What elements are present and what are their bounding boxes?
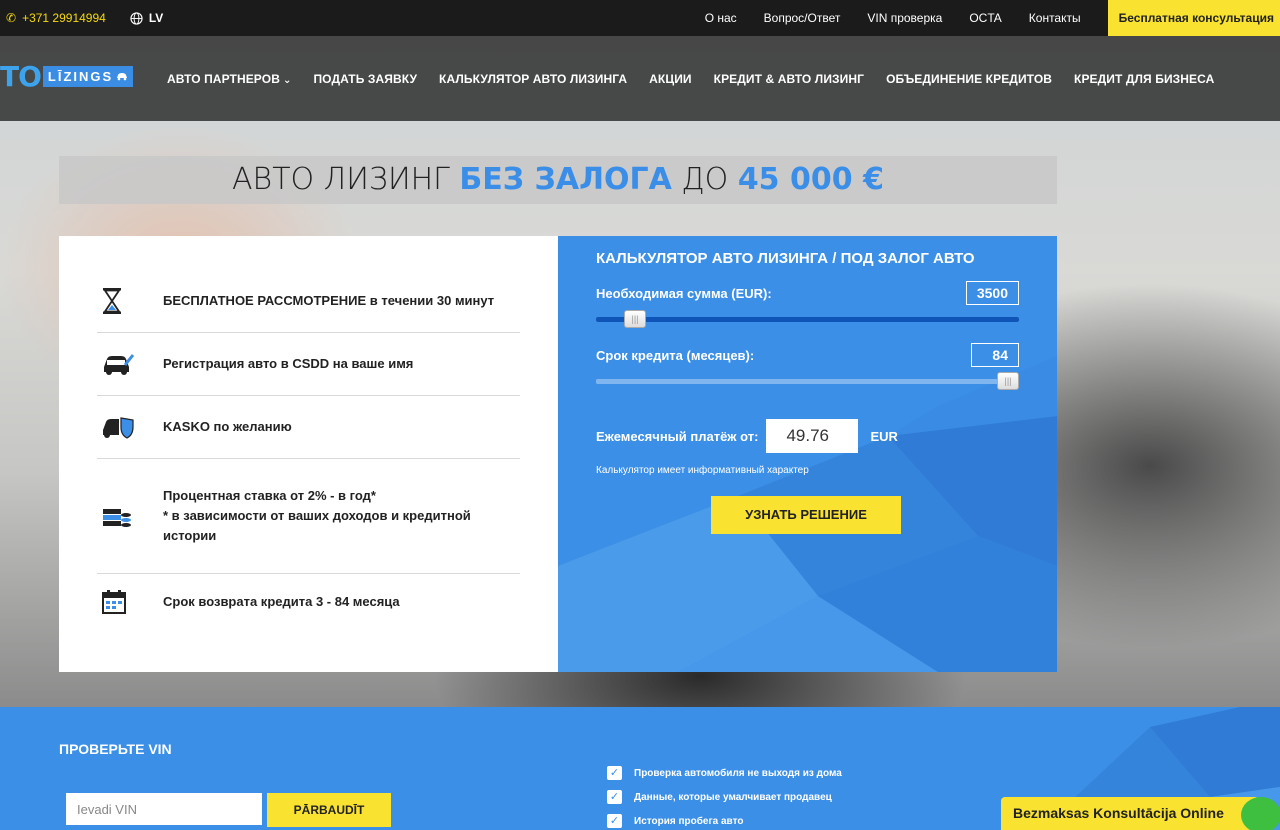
features-list: БЕСПЛАТНОЕ РАССМОТРЕНИЕ в течении 30 мин… xyxy=(59,236,558,672)
slider-handle[interactable]: ||| xyxy=(624,310,646,328)
slider-fill xyxy=(596,379,1008,384)
language-label: LV xyxy=(148,11,164,25)
phone-link[interactable]: ✆ +371 29914994 xyxy=(6,11,106,25)
feature-footnote: * в зависимости от ваших доходов и креди… xyxy=(163,508,471,543)
feature-item: Регистрация авто в CSDD на ваше имя xyxy=(97,333,520,396)
feature-text: Регистрация авто в CSDD на ваше имя xyxy=(163,356,414,371)
feature-item: Процентная ставка от 2% - в год* * в зав… xyxy=(97,459,520,574)
nav-credit-consolidation[interactable]: ОБЪЕДИНЕНИЕ КРЕДИТОВ xyxy=(886,72,1052,86)
benefit-text: История пробега авто xyxy=(634,815,744,827)
nav-credit-leasing[interactable]: КРЕДИТ & АВТО ЛИЗИНГ xyxy=(714,72,864,86)
top-bar-left: ✆ +371 29914994 LV xyxy=(6,0,163,36)
nav-leasing-calculator[interactable]: КАЛЬКУЛЯТОР АВТО ЛИЗИНГА xyxy=(439,72,627,86)
chat-bubble-icon xyxy=(1241,797,1280,830)
nav-label: АВТО ПАРТНЕРОВ xyxy=(167,71,280,86)
logo-prefix: TO xyxy=(0,59,42,93)
headline-part1: АВТО ЛИЗИНГ xyxy=(232,162,460,197)
hero-section: TO LĪZINGS АВТО ПАРТНЕРОВ ⌄ ПОДАТЬ ЗАЯВКУ… xyxy=(0,36,1280,707)
vin-benefit-item: ✓ История пробега авто xyxy=(607,814,842,828)
vin-check-button[interactable]: PĀRBAUDĪT xyxy=(267,793,391,827)
nav-apply[interactable]: ПОДАТЬ ЗАЯВКУ xyxy=(313,72,417,86)
term-slider[interactable]: ||| xyxy=(596,371,1019,391)
checkbox-checked-icon: ✓ xyxy=(607,790,622,804)
link-octa[interactable]: OCTA xyxy=(969,11,1001,25)
vin-title: ПРОВЕРЬТЕ VIN xyxy=(59,741,172,757)
term-input[interactable]: 84 xyxy=(971,343,1019,367)
get-decision-button[interactable]: УЗНАТЬ РЕШЕНИЕ xyxy=(711,496,901,534)
checkbox-checked-icon: ✓ xyxy=(607,814,622,828)
term-row: Срок кредита (месяцев): 84 xyxy=(596,343,1019,367)
feature-text: KASKO по желанию xyxy=(163,419,292,434)
phone-icon: ✆ xyxy=(6,11,17,25)
feature-text: Процентная ставка от 2% - в год* xyxy=(163,488,376,503)
checkbox-checked-icon: ✓ xyxy=(607,766,622,780)
slider-handle[interactable]: ||| xyxy=(997,372,1019,390)
leasing-calculator: КАЛЬКУЛЯТОР АВТО ЛИЗИНГА / ПОД ЗАЛОГ АВТ… xyxy=(558,236,1057,672)
top-bar: ✆ +371 29914994 LV О нас Вопрос/Ответ VI… xyxy=(0,0,1280,36)
link-about[interactable]: О нас xyxy=(705,11,737,25)
monthly-payment-row: Ежемесячный платёж от: 49.76 EUR xyxy=(596,419,1019,453)
main-nav: АВТО ПАРТНЕРОВ ⌄ ПОДАТЬ ЗАЯВКУ КАЛЬКУЛЯТО… xyxy=(167,36,1214,121)
phone-number: +371 29914994 xyxy=(22,11,106,25)
feature-item: Срок возврата кредита 3 - 84 месяца xyxy=(97,574,520,629)
amount-input[interactable]: 3500 xyxy=(965,281,1019,305)
feature-item: БЕСПЛАТНОЕ РАССМОТРЕНИЕ в течении 30 мин… xyxy=(97,270,520,333)
currency-label: EUR xyxy=(870,428,898,444)
nav-promotions[interactable]: АКЦИИ xyxy=(649,72,692,86)
vin-benefits-list: ✓ Проверка автомобиля не выходя из дома … xyxy=(607,766,842,830)
headline-highlight: БЕЗ ЗАЛОГА xyxy=(459,162,672,197)
term-label: Срок кредита (месяцев): xyxy=(596,347,755,363)
chevron-down-icon: ⌄ xyxy=(282,74,292,86)
main-navbar: TO LĪZINGS АВТО ПАРТНЕРОВ ⌄ ПОДАТЬ ЗАЯВКУ… xyxy=(0,36,1280,121)
benefit-text: Данные, которые умалчивает продавец xyxy=(634,791,832,803)
online-consultation-chat[interactable]: Bezmaksas Konsultācija Online xyxy=(1001,797,1280,830)
free-consultation-button[interactable]: Бесплатная консультация xyxy=(1107,0,1280,36)
amount-row: Необходимая сумма (EUR): 3500 xyxy=(596,281,1019,305)
calendar-icon xyxy=(97,589,163,615)
globe-icon xyxy=(130,11,143,25)
vin-benefit-item: ✓ Проверка автомобиля не выходя из дома xyxy=(607,766,842,780)
link-vin-check[interactable]: VIN проверка xyxy=(867,11,942,25)
benefit-text: Проверка автомобиля не выходя из дома xyxy=(634,767,842,779)
feature-text: БЕСПЛАТНОЕ РАССМОТРЕНИЕ в течении 30 мин… xyxy=(163,293,495,308)
vin-input[interactable] xyxy=(66,793,262,825)
car-icon xyxy=(117,72,128,80)
amount-label: Необходимая сумма (EUR): xyxy=(596,285,772,301)
offer-panel: БЕСПЛАТНОЕ РАССМОТРЕНИЕ в течении 30 мин… xyxy=(59,236,1057,672)
calculator-note: Калькулятор имеет информативный характер xyxy=(596,465,809,476)
amount-slider[interactable]: ||| xyxy=(596,309,1019,329)
nav-auto-partners[interactable]: АВТО ПАРТНЕРОВ ⌄ xyxy=(167,72,291,86)
logo-badge: LĪZINGS xyxy=(42,65,134,87)
feature-text: Срок возврата кредита 3 - 84 месяца xyxy=(163,593,400,609)
vin-benefit-item: ✓ Данные, которые умалчивает продавец xyxy=(607,790,842,804)
language-switcher[interactable]: LV xyxy=(130,11,163,25)
link-faq[interactable]: Вопрос/Ответ xyxy=(764,11,841,25)
top-links: О нас Вопрос/Ответ VIN проверка OCTA Кон… xyxy=(705,0,1280,36)
calculator-title: КАЛЬКУЛЯТОР АВТО ЛИЗИНГА / ПОД ЗАЛОГ АВТ… xyxy=(596,250,975,267)
monthly-label: Ежемесячный платёж от: xyxy=(596,428,759,444)
feature-text-group: Процентная ставка от 2% - в год* * в зав… xyxy=(163,486,520,546)
money-stack-icon xyxy=(97,503,163,529)
hourglass-icon xyxy=(97,287,163,315)
logo-name: LĪZINGS xyxy=(47,68,114,84)
headline-amount: 45 000 € xyxy=(737,162,884,197)
link-contacts[interactable]: Контакты xyxy=(1029,11,1081,25)
headline-part3: ДО xyxy=(671,162,738,197)
site-logo[interactable]: TO LĪZINGS xyxy=(0,60,134,93)
hero-headline: АВТО ЛИЗИНГ БЕЗ ЗАЛОГА ДО 45 000 € xyxy=(59,156,1057,204)
feature-item: KASKO по желанию xyxy=(97,396,520,459)
monthly-payment-value: 49.76 xyxy=(766,419,859,453)
slider-fill xyxy=(596,317,1019,322)
car-registration-icon xyxy=(97,351,163,377)
chat-label: Bezmaksas Konsultācija Online xyxy=(1013,805,1224,821)
nav-business-credit[interactable]: КРЕДИТ ДЛЯ БИЗНЕСА xyxy=(1074,72,1214,86)
car-shield-icon xyxy=(97,414,163,440)
